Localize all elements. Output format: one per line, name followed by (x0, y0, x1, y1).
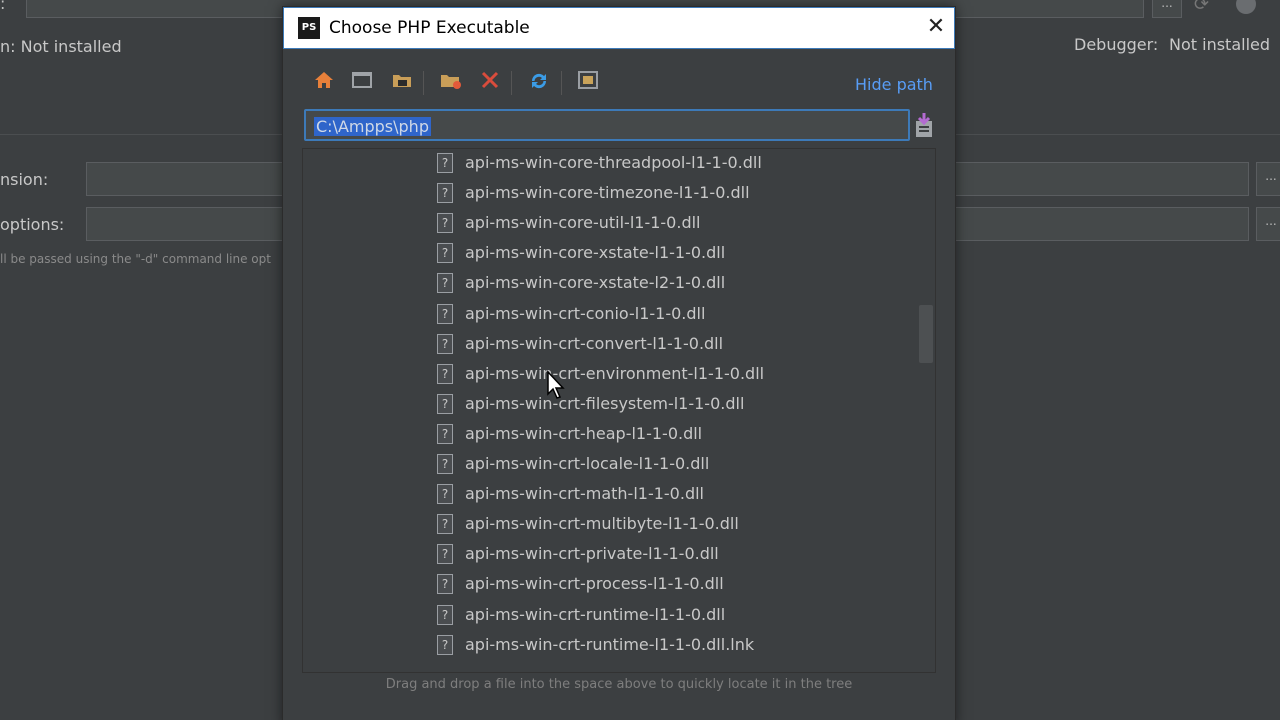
unknown-file-icon: ? (437, 544, 453, 565)
file-name: api-ms-win-crt-private-l1-1-0.dll (465, 544, 719, 564)
unknown-file-icon: ? (437, 454, 453, 474)
toolbar-separator (423, 71, 424, 95)
unknown-file-icon: ? (437, 604, 453, 625)
debugger-label: Debugger: (1074, 35, 1159, 54)
file-tree[interactable]: ? api-ms-win-core-threadpool-l1-1-0.dll? a… (302, 148, 936, 673)
new-folder-icon[interactable] (439, 69, 465, 95)
top-field-label: : (0, 0, 6, 13)
unknown-file-icon: ? (437, 423, 453, 444)
toolbar-separator (511, 71, 512, 95)
file-name: api-ms-win-crt-convert-l1-1-0.dll (465, 333, 724, 353)
project-folder-icon[interactable] (391, 69, 417, 95)
file-name: api-ms-win-crt-heap-l1-1-0.dll (465, 423, 703, 443)
tree-scrollbar[interactable] (919, 305, 933, 363)
path-history-icon[interactable] (913, 113, 935, 137)
home-icon[interactable] (313, 69, 339, 95)
file-name: api-ms-win-crt-runtime-l1-1-0.dll.lnk (465, 634, 755, 654)
dialog-titlebar: PS Choose PHP Executable ✕ (283, 7, 955, 49)
options-label: options: (0, 215, 65, 234)
file-name: api-ms-win-crt-filesystem-l1-1-0.dll (465, 393, 745, 413)
unknown-file-icon: ? (437, 393, 453, 414)
unknown-file-icon: ? (437, 303, 453, 324)
refresh-icon[interactable] (527, 69, 553, 95)
file-name: api-ms-win-core-xstate-l2-1-0.dll (465, 273, 726, 293)
file-name: api-ms-win-core-threadpool-l1-1-0.dll (465, 153, 762, 172)
help-icon[interactable] (1236, 0, 1256, 14)
file-name: api-ms-win-crt-conio-l1-1-0.dll (465, 303, 706, 323)
unknown-file-icon: ? (437, 213, 453, 234)
browse-interpreter-button[interactable]: ... (1152, 0, 1182, 18)
file-name: api-ms-win-core-timezone-l1-1-0.dll (465, 183, 750, 203)
file-name: api-ms-win-crt-locale-l1-1-0.dll (465, 454, 710, 473)
refresh-icon[interactable]: ⟳ (1194, 0, 1220, 15)
xdebug-status: n: Not installed (0, 37, 122, 56)
file-name: api-ms-win-crt-environment-l1-1-0.dll (465, 363, 765, 383)
unknown-file-icon: ? (437, 153, 453, 173)
configuration-browse-button[interactable]: ... (1256, 162, 1280, 196)
phpstorm-app-icon: PS (298, 17, 320, 39)
file-chooser-toolbar (309, 69, 629, 97)
unknown-file-icon: ? (437, 243, 453, 264)
path-input-value: C:\Ampps\php (314, 117, 431, 136)
hide-path-link[interactable]: Hide path (855, 75, 933, 94)
close-icon[interactable]: ✕ (924, 16, 948, 40)
drag-drop-hint: Drag and drop a file into the space abov… (385, 677, 853, 692)
unknown-file-icon: ? (437, 183, 453, 204)
configuration-label: nsion: (0, 170, 49, 189)
delete-icon[interactable] (479, 69, 505, 95)
options-browse-button[interactable]: ... (1256, 207, 1280, 241)
file-name: api-ms-win-core-xstate-l1-1-0.dll (465, 243, 726, 263)
file-name: api-ms-win-crt-process-l1-1-0.dll (465, 574, 724, 594)
show-hidden-icon[interactable] (577, 69, 603, 95)
unknown-file-icon: ? (437, 333, 453, 354)
unknown-file-icon: ? (437, 484, 453, 505)
toolbar-separator (561, 71, 562, 95)
desktop-icon[interactable] (351, 69, 377, 95)
unknown-file-icon: ? (437, 634, 453, 655)
unknown-file-icon: ? (437, 273, 453, 294)
unknown-file-icon: ? (437, 514, 453, 535)
file-name: api-ms-win-crt-runtime-l1-1-0.dll (465, 604, 726, 624)
file-name: api-ms-win-crt-math-l1-1-0.dll (465, 484, 704, 504)
file-name: api-ms-win-core-util-l1-1-0.dll (465, 213, 701, 233)
unknown-file-icon: ? (437, 363, 453, 384)
file-name: api-ms-win-crt-multibyte-l1-1-0.dll (465, 514, 739, 534)
debugger-status: Not installed (1169, 35, 1271, 54)
dialog-title: Choose PHP Executable (329, 18, 530, 38)
mouse-cursor (547, 370, 565, 399)
options-hint: ll be passed using the "-d" command line… (0, 252, 271, 266)
unknown-file-icon: ? (437, 574, 453, 595)
path-input[interactable]: C:\Ampps\php (304, 109, 910, 141)
choose-php-executable-dialog: PS Choose PHP Executable ✕ Hide path C:\… (282, 6, 956, 720)
